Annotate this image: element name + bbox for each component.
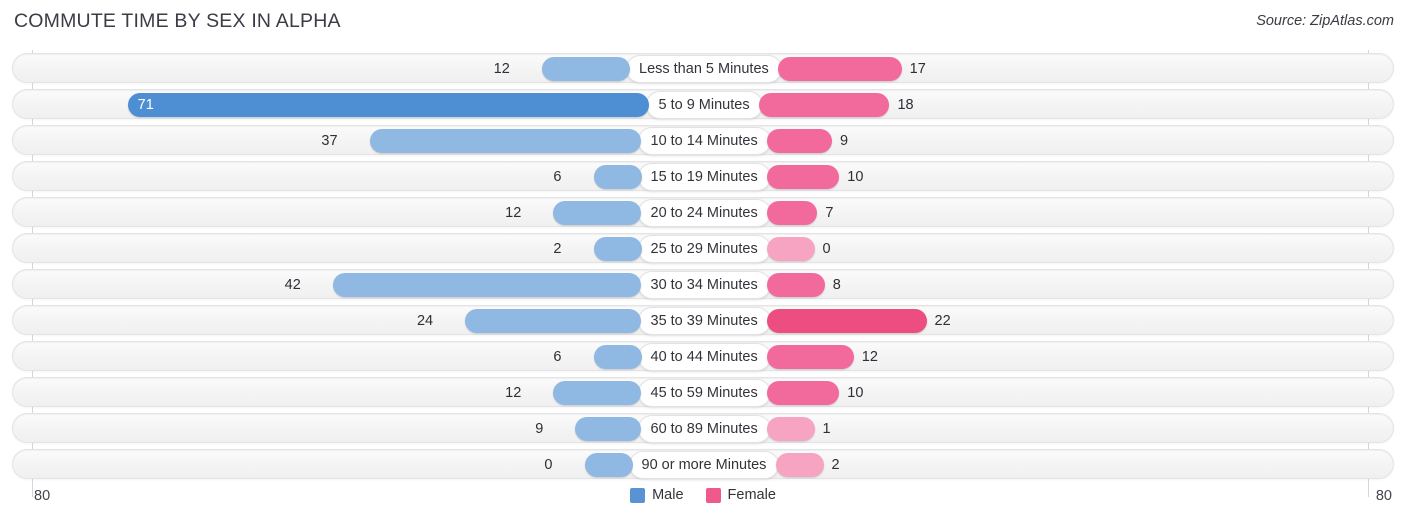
chart-root: COMMUTE TIME BY SEX IN ALPHA Source: Zip…	[0, 0, 1406, 523]
value-label-male: 0	[544, 457, 553, 473]
category-label: 25 to 29 Minutes	[637, 235, 771, 263]
bar-male[interactable]	[593, 345, 642, 369]
value-label-female: 17	[909, 61, 926, 77]
value-label-male: 9	[535, 421, 544, 437]
bar-female[interactable]	[778, 57, 902, 81]
chart-row[interactable]: 60 to 89 Minutes 9 1	[12, 413, 1394, 443]
chart-row[interactable]: 10 to 14 Minutes 37 9	[12, 125, 1394, 155]
chart-row[interactable]: 15 to 19 Minutes 6 10	[12, 161, 1394, 191]
legend-swatch-female	[705, 487, 721, 503]
value-label-female: 10	[847, 169, 864, 185]
bar-male[interactable]	[553, 381, 642, 405]
value-label-female: 9	[839, 133, 849, 149]
chart-row[interactable]: 25 to 29 Minutes 2 0	[12, 233, 1394, 263]
page-title: COMMUTE TIME BY SEX IN ALPHA	[14, 10, 341, 32]
category-label: 60 to 89 Minutes	[637, 415, 771, 443]
category-label: 90 or more Minutes	[628, 451, 780, 479]
legend-swatch-male	[630, 487, 646, 503]
bar-female[interactable]	[766, 309, 927, 333]
bar-male[interactable]	[369, 129, 642, 153]
bar-female[interactable]	[766, 129, 832, 153]
value-label-female: 22	[934, 313, 951, 329]
value-label-female: 8	[832, 277, 841, 293]
value-label-female: 18	[897, 97, 914, 113]
chart-row[interactable]: 20 to 24 Minutes 12 7	[12, 197, 1394, 227]
category-label: 45 to 59 Minutes	[637, 379, 771, 407]
bar-male[interactable]	[584, 453, 633, 477]
legend-label-female: Female	[727, 487, 776, 503]
value-label-female: 2	[831, 457, 840, 473]
bar-male[interactable]	[332, 273, 642, 297]
chart-row[interactable]: 35 to 39 Minutes 24 22	[12, 305, 1394, 335]
value-label-male: 12	[493, 61, 510, 77]
category-label: Less than 5 Minutes	[626, 55, 782, 83]
category-label: 30 to 34 Minutes	[637, 271, 771, 299]
chart-row[interactable]: Less than 5 Minutes 12 17	[12, 53, 1394, 83]
bar-male[interactable]	[127, 93, 650, 117]
chart-legend: Male Female	[0, 487, 1406, 503]
value-label-male: 6	[553, 169, 562, 185]
value-label-female: 10	[847, 385, 864, 401]
chart-row[interactable]: 30 to 34 Minutes 42 8	[12, 269, 1394, 299]
source-attribution: Source: ZipAtlas.com	[1256, 13, 1394, 29]
bar-female[interactable]	[758, 93, 890, 117]
value-label-male: 12	[505, 385, 522, 401]
category-label: 10 to 14 Minutes	[637, 127, 771, 155]
bar-female[interactable]	[766, 165, 840, 189]
bar-female[interactable]	[775, 453, 824, 477]
bar-female[interactable]	[766, 237, 815, 261]
value-label-female: 1	[822, 421, 831, 437]
bar-female[interactable]	[766, 273, 825, 297]
bar-male[interactable]	[553, 201, 642, 225]
category-label: 5 to 9 Minutes	[645, 91, 763, 119]
bar-female[interactable]	[766, 345, 854, 369]
bar-male[interactable]	[575, 417, 642, 441]
value-label-female: 0	[822, 241, 831, 257]
chart-row[interactable]: 5 to 9 Minutes 71 18	[12, 89, 1394, 119]
chart-row[interactable]: 45 to 59 Minutes 12 10	[12, 377, 1394, 407]
value-label-male: 2	[553, 241, 562, 257]
chart-row[interactable]: 90 or more Minutes 0 2	[12, 449, 1394, 479]
plot-area: Less than 5 Minutes 12 17 5 to 9 Minutes 71 1…	[0, 50, 1406, 497]
category-label: 15 to 19 Minutes	[637, 163, 771, 191]
bar-male[interactable]	[593, 165, 642, 189]
value-label-male: 37	[321, 133, 338, 149]
category-label: 20 to 24 Minutes	[637, 199, 771, 227]
bar-male[interactable]	[593, 237, 642, 261]
value-label-male: 12	[505, 205, 522, 221]
bar-male[interactable]	[465, 309, 642, 333]
value-label-female: 12	[861, 349, 878, 365]
value-label-male: 24	[416, 313, 434, 329]
category-label: 40 to 44 Minutes	[637, 343, 771, 371]
bar-female[interactable]	[766, 201, 818, 225]
value-label-female: 7	[825, 205, 834, 221]
bar-male[interactable]	[541, 57, 630, 81]
legend-item-female[interactable]: Female	[705, 487, 776, 503]
legend-label-male: Male	[652, 487, 684, 503]
legend-item-male[interactable]: Male	[630, 487, 684, 503]
bar-female[interactable]	[766, 381, 840, 405]
value-label-male: 71	[137, 97, 154, 113]
chart-row[interactable]: 40 to 44 Minutes 6 12	[12, 341, 1394, 371]
value-label-male: 42	[284, 277, 301, 293]
bar-female[interactable]	[766, 417, 815, 441]
value-label-male: 6	[553, 349, 562, 365]
category-label: 35 to 39 Minutes	[637, 307, 771, 335]
